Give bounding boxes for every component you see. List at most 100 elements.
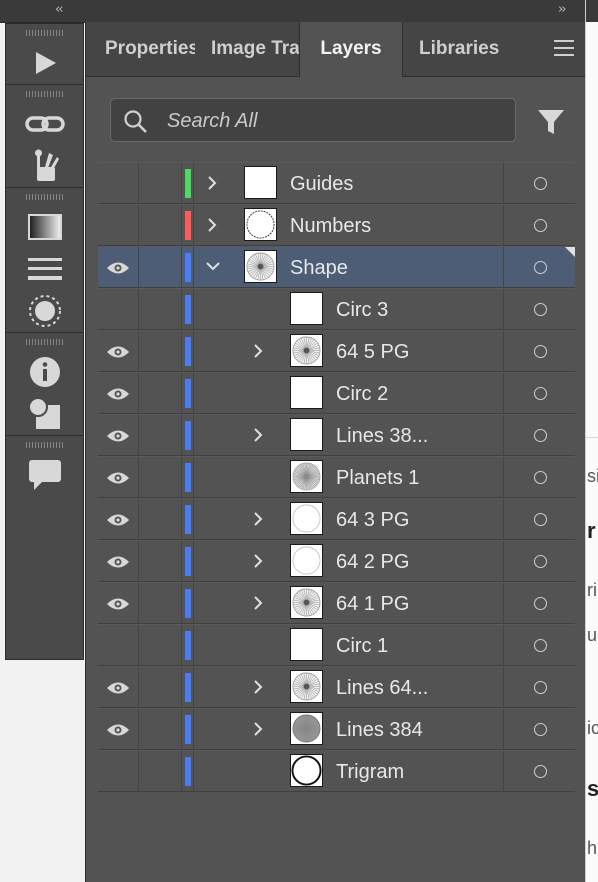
layer-row[interactable]: Shape xyxy=(98,246,575,288)
visibility-toggle[interactable] xyxy=(98,667,139,708)
layer-name[interactable]: Lines 384 xyxy=(336,709,423,751)
chevron-right-icon[interactable] xyxy=(251,511,265,526)
search-input[interactable] xyxy=(165,107,499,135)
visibility-toggle[interactable] xyxy=(98,499,139,540)
lock-toggle[interactable] xyxy=(139,289,182,330)
visibility-toggle[interactable] xyxy=(98,583,139,624)
layer-name[interactable]: Circ 1 xyxy=(336,625,388,667)
drag-grip[interactable] xyxy=(25,194,64,200)
drag-grip[interactable] xyxy=(25,442,64,448)
lock-toggle[interactable] xyxy=(139,667,182,708)
lock-toggle[interactable] xyxy=(139,163,182,204)
chevron-right-icon[interactable] xyxy=(251,343,265,358)
layer-row[interactable]: 64 5 PG xyxy=(98,330,575,372)
visibility-toggle[interactable] xyxy=(98,289,139,330)
layer-row[interactable]: 64 2 PG xyxy=(98,540,575,582)
target-circle-icon[interactable] xyxy=(503,205,576,246)
chevron-right-icon[interactable] xyxy=(251,595,265,610)
layer-row[interactable]: Trigram xyxy=(98,750,575,792)
drag-grip[interactable] xyxy=(25,30,64,36)
stroke-icon[interactable] xyxy=(6,248,83,290)
tab-properties[interactable]: Properties xyxy=(105,22,195,76)
visibility-toggle[interactable] xyxy=(98,541,139,582)
target-circle-icon[interactable] xyxy=(503,751,576,792)
lock-toggle[interactable] xyxy=(139,331,182,372)
panel-menu-icon[interactable] xyxy=(554,40,574,61)
layer-name[interactable]: Guides xyxy=(290,163,353,205)
target-circle-icon[interactable] xyxy=(503,709,576,750)
target-circle-icon[interactable] xyxy=(503,541,576,582)
appearance-icon[interactable] xyxy=(6,290,83,332)
layer-row[interactable]: Circ 1 xyxy=(98,624,575,666)
visibility-toggle[interactable] xyxy=(98,751,139,792)
lock-toggle[interactable] xyxy=(139,247,182,288)
play-icon[interactable] xyxy=(6,42,83,84)
gradient-icon[interactable] xyxy=(6,206,83,248)
layer-name[interactable]: Shape xyxy=(290,247,348,289)
layer-row[interactable]: Circ 3 xyxy=(98,288,575,330)
target-circle-icon[interactable] xyxy=(503,625,576,666)
info-icon[interactable] xyxy=(6,351,83,393)
layer-name[interactable]: Lines 38... xyxy=(336,415,428,457)
layer-name[interactable]: Planets 1 xyxy=(336,457,419,499)
chevron-right-icon[interactable] xyxy=(251,427,265,442)
chevron-right-icon[interactable] xyxy=(251,721,265,736)
layer-name[interactable]: 64 1 PG xyxy=(336,583,409,625)
visibility-toggle[interactable] xyxy=(98,457,139,498)
collapse-left-button[interactable]: ‹‹ xyxy=(55,2,64,17)
lock-toggle[interactable] xyxy=(139,499,182,540)
chevron-right-icon[interactable] xyxy=(205,217,219,232)
layer-row[interactable]: 64 1 PG xyxy=(98,582,575,624)
lock-toggle[interactable] xyxy=(139,583,182,624)
visibility-toggle[interactable] xyxy=(98,163,139,204)
target-circle-icon[interactable] xyxy=(503,499,576,540)
lock-toggle[interactable] xyxy=(139,751,182,792)
lock-toggle[interactable] xyxy=(139,205,182,246)
lock-toggle[interactable] xyxy=(139,625,182,666)
target-circle-icon[interactable] xyxy=(503,583,576,624)
filter-icon[interactable] xyxy=(536,107,566,137)
layer-name[interactable]: 64 3 PG xyxy=(336,499,409,541)
transform-icon[interactable] xyxy=(6,393,83,435)
lock-toggle[interactable] xyxy=(139,373,182,414)
target-circle-icon[interactable] xyxy=(503,457,576,498)
visibility-toggle[interactable] xyxy=(98,415,139,456)
drag-grip[interactable] xyxy=(25,91,64,97)
layer-row[interactable]: Lines 384 xyxy=(98,708,575,750)
lock-toggle[interactable] xyxy=(139,415,182,456)
tab-libraries[interactable]: Libraries xyxy=(419,22,511,76)
layer-name[interactable]: 64 2 PG xyxy=(336,541,409,583)
target-circle-icon[interactable] xyxy=(503,415,576,456)
lock-toggle[interactable] xyxy=(139,541,182,582)
drag-grip[interactable] xyxy=(25,339,64,345)
lock-toggle[interactable] xyxy=(139,709,182,750)
chevron-right-icon[interactable] xyxy=(251,679,265,694)
target-circle-icon[interactable] xyxy=(503,163,576,204)
visibility-toggle[interactable] xyxy=(98,205,139,246)
layer-row[interactable]: Lines 64... xyxy=(98,666,575,708)
comments-icon[interactable] xyxy=(6,454,83,496)
layer-name[interactable]: 64 5 PG xyxy=(336,331,409,373)
lock-toggle[interactable] xyxy=(139,457,182,498)
tab-image-trace[interactable]: Image Trace xyxy=(211,22,300,76)
layer-row[interactable]: 64 3 PG xyxy=(98,498,575,540)
layer-name[interactable]: Lines 64... xyxy=(336,667,428,709)
layer-row[interactable]: Numbers xyxy=(98,204,575,246)
layer-name[interactable]: Trigram xyxy=(336,751,404,793)
collapse-right-button[interactable]: ›› xyxy=(558,2,567,17)
chevron-right-icon[interactable] xyxy=(251,553,265,568)
target-circle-icon[interactable] xyxy=(503,667,576,708)
visibility-toggle[interactable] xyxy=(98,373,139,414)
chevron-right-icon[interactable] xyxy=(205,175,219,190)
chevron-down-icon[interactable] xyxy=(205,259,220,273)
layer-name[interactable]: Circ 2 xyxy=(336,373,388,415)
target-circle-icon[interactable] xyxy=(503,331,576,372)
layer-row[interactable]: Circ 2 xyxy=(98,372,575,414)
target-circle-icon[interactable] xyxy=(503,373,576,414)
visibility-toggle[interactable] xyxy=(98,247,139,288)
layer-name[interactable]: Numbers xyxy=(290,205,371,247)
visibility-toggle[interactable] xyxy=(98,625,139,666)
layer-row[interactable]: Lines 38... xyxy=(98,414,575,456)
brush-tools-icon[interactable] xyxy=(6,145,83,187)
layer-name[interactable]: Circ 3 xyxy=(336,289,388,331)
